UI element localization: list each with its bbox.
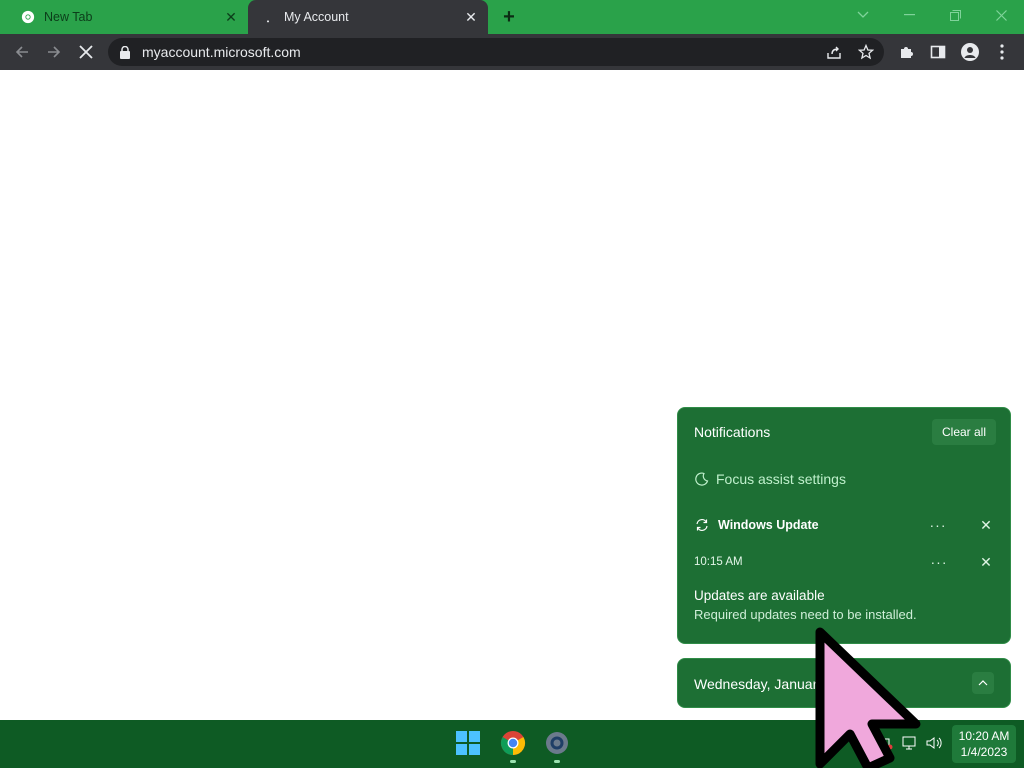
clear-all-button[interactable]: Clear all [932, 419, 996, 445]
more-options-icon[interactable]: ··· [926, 515, 950, 535]
running-indicator [554, 760, 560, 763]
chevron-up-icon[interactable] [972, 672, 994, 694]
chrome-icon [20, 9, 36, 25]
close-tab-icon[interactable]: ✕ [222, 8, 240, 26]
tab-search-icon[interactable] [848, 4, 878, 26]
more-options-icon[interactable]: ··· [927, 552, 951, 572]
minimize-icon[interactable] [894, 4, 924, 26]
taskbar-clock[interactable]: 10:20 AM 1/4/2023 [952, 725, 1016, 763]
profile-icon[interactable] [958, 40, 982, 64]
back-icon[interactable] [10, 40, 34, 64]
focus-assist-link[interactable]: Focus assist settings [694, 471, 846, 487]
browser-tab-strip: New Tab ✕ My Account ✕ + [0, 0, 1024, 34]
notification-group-windows-update: Windows Update ··· ✕ 10:15 AM ··· ✕ Upda… [678, 504, 1010, 644]
notification-title[interactable]: Updates are available [694, 588, 825, 603]
notification-center: Notifications Clear all Focus assist set… [677, 407, 1011, 644]
notification-app-name: Windows Update [718, 518, 819, 532]
moon-icon [694, 471, 710, 487]
new-tab-button[interactable]: + [498, 6, 520, 28]
menu-icon[interactable] [990, 40, 1014, 64]
notification-app-header: Windows Update [694, 517, 819, 533]
tab-title: New Tab [44, 10, 93, 24]
tab-new-tab[interactable]: New Tab ✕ [8, 0, 248, 34]
extensions-icon[interactable] [894, 40, 918, 64]
focus-assist-label: Focus assist settings [716, 471, 846, 487]
notification-time: 10:15 AM [694, 556, 743, 568]
close-tab-icon[interactable]: ✕ [462, 8, 480, 26]
star-icon[interactable] [854, 40, 878, 64]
clock-date: 1/4/2023 [960, 745, 1008, 759]
clock-time: 10:20 AM [958, 729, 1010, 743]
side-panel-icon[interactable] [926, 40, 950, 64]
mouse-cursor-icon [815, 627, 921, 768]
refresh-icon [694, 517, 710, 533]
chrome-icon[interactable] [498, 728, 528, 758]
close-window-icon[interactable] [986, 4, 1016, 26]
notification-body[interactable]: Required updates need to be installed. [694, 607, 917, 622]
stop-loading-icon[interactable] [74, 40, 98, 64]
running-indicator [510, 760, 516, 763]
close-icon[interactable]: ✕ [976, 515, 996, 535]
address-text[interactable]: myaccount.microsoft.com [142, 44, 301, 60]
notifications-heading: Notifications [694, 424, 771, 440]
tab-title: My Account [284, 10, 349, 24]
tab-my-account[interactable]: My Account ✕ [248, 0, 488, 34]
share-icon[interactable] [822, 40, 846, 64]
close-icon[interactable]: ✕ [976, 552, 996, 572]
settings-icon[interactable] [542, 728, 572, 758]
windows-start-icon[interactable] [453, 728, 483, 758]
lock-icon[interactable] [118, 44, 132, 60]
restore-icon[interactable] [940, 4, 970, 26]
loading-icon [260, 9, 276, 25]
forward-icon[interactable] [42, 40, 66, 64]
